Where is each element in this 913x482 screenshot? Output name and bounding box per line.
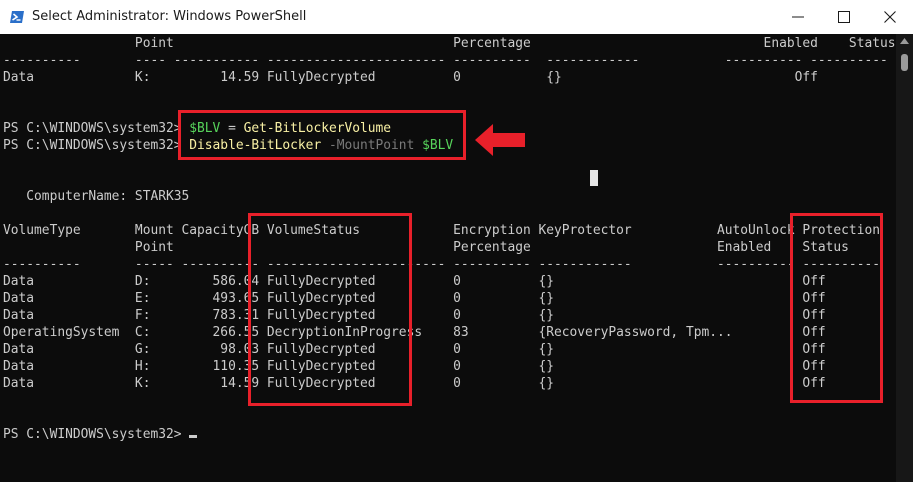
- console-line: Data K: 14.59 FullyDecrypted 0 {} Off: [3, 375, 826, 392]
- minimize-button[interactable]: [775, 0, 821, 34]
- console-line: PS C:\WINDOWS\system32>: [3, 426, 198, 443]
- console-text: Data E: 493.65 FullyDecrypted 0 {} Off: [3, 291, 826, 306]
- console-text: OperatingSystem C: 266.55 DecryptionInPr…: [3, 325, 826, 340]
- console-line: ---------- ----- ---------- ------------…: [3, 256, 880, 273]
- console-text: Data K: 14.59 FullyDecrypted 0 {} Off: [3, 70, 818, 85]
- console-line: Data G: 98.03 FullyDecrypted 0 {} Off: [3, 341, 826, 358]
- console-text: PS C:\WINDOWS\system32>: [3, 427, 190, 442]
- highlight-commands-box: [178, 110, 466, 160]
- highlight-volumestatus-box: [248, 213, 412, 406]
- powershell-window: Select Administrator: Windows PowerShell…: [0, 0, 913, 482]
- maximize-button[interactable]: [821, 0, 867, 34]
- console-text: Point Percentage Enabled Status: [3, 36, 896, 51]
- console-line: Point Percentage Enabled Status: [3, 239, 849, 256]
- console-text: VolumeType Mount CapacityGB VolumeStatus…: [3, 223, 880, 238]
- red-arrow-icon: [475, 124, 525, 156]
- console-line: ---------- ---- ----------- ------------…: [3, 52, 888, 69]
- console-text: ComputerName: STARK35: [3, 189, 190, 204]
- highlight-protection-status-box: [790, 213, 883, 403]
- console-text: ---------- ---- ----------- ------------…: [3, 53, 888, 68]
- console-line: Data D: 586.04 FullyDecrypted 0 {} Off: [3, 273, 826, 290]
- text-cursor: [189, 435, 198, 438]
- console-line: ComputerName: STARK35: [3, 188, 189, 205]
- minimize-icon: [792, 16, 804, 18]
- console-output[interactable]: Point Percentage Enabled Status ---------…: [0, 34, 896, 482]
- scroll-up-arrow-icon[interactable]: [900, 38, 909, 44]
- console-text: Point Percentage Enabled Status: [3, 240, 849, 255]
- window-title: Select Administrator: Windows PowerShell: [32, 9, 307, 24]
- powershell-icon: [10, 11, 24, 23]
- console-line: Data E: 493.65 FullyDecrypted 0 {} Off: [3, 290, 826, 307]
- console-line: OperatingSystem C: 266.55 DecryptionInPr…: [3, 324, 826, 341]
- console-line: Data H: 110.35 FullyDecrypted 0 {} Off: [3, 358, 826, 375]
- console-text: Data H: 110.35 FullyDecrypted 0 {} Off: [3, 359, 826, 374]
- title-bar[interactable]: Select Administrator: Windows PowerShell: [0, 0, 913, 34]
- close-icon: [884, 11, 896, 23]
- console-line: VolumeType Mount CapacityGB VolumeStatus…: [3, 222, 880, 239]
- mouse-text-cursor: [590, 170, 598, 186]
- console-text: Data F: 783.31 FullyDecrypted 0 {} Off: [3, 308, 826, 323]
- console-text: Data G: 98.03 FullyDecrypted 0 {} Off: [3, 342, 826, 357]
- scrollbar-thumb[interactable]: [901, 54, 908, 71]
- console-text: Data D: 586.04 FullyDecrypted 0 {} Off: [3, 274, 826, 289]
- console-text: PS C:\WINDOWS\system32>: [3, 121, 190, 136]
- vertical-scrollbar[interactable]: [896, 34, 913, 482]
- console-line: Point Percentage Enabled Status: [3, 35, 896, 52]
- console-line: Data F: 783.31 FullyDecrypted 0 {} Off: [3, 307, 826, 324]
- console-text: PS C:\WINDOWS\system32>: [3, 138, 190, 153]
- maximize-icon: [838, 11, 850, 23]
- close-button[interactable]: [867, 0, 913, 34]
- console-line: Data K: 14.59 FullyDecrypted 0 {} Off: [3, 69, 818, 86]
- console-text: ---------- ----- ---------- ------------…: [3, 257, 880, 272]
- console-text: Data K: 14.59 FullyDecrypted 0 {} Off: [3, 376, 826, 391]
